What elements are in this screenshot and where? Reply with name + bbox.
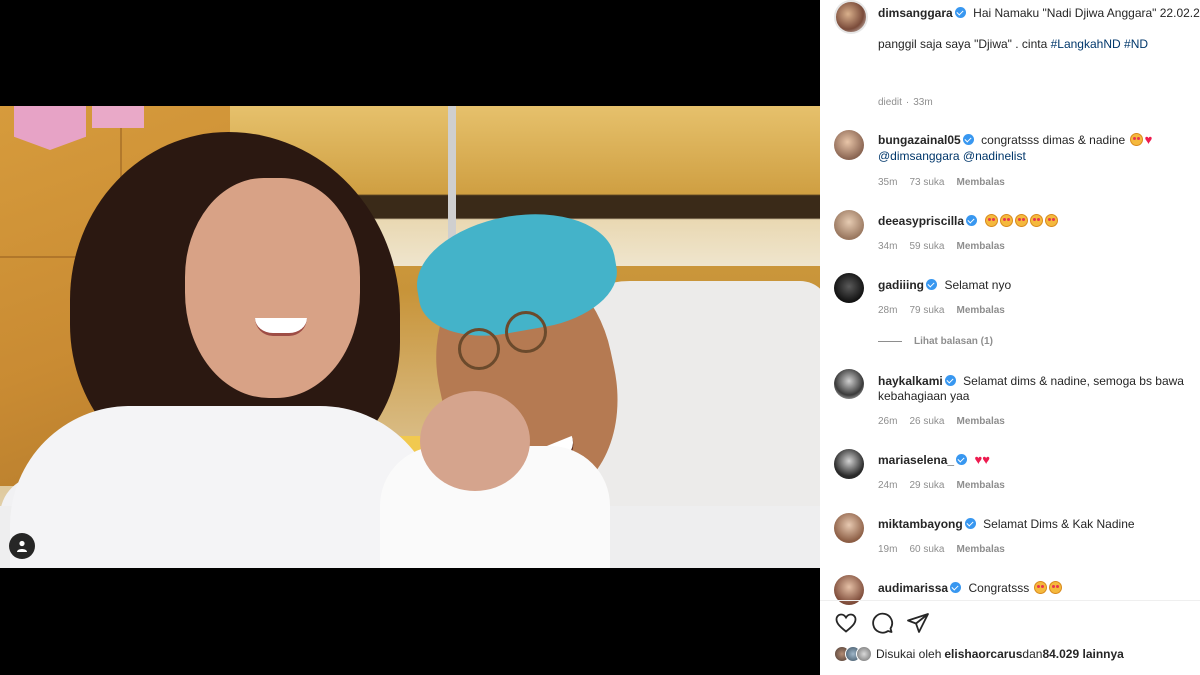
star-struck-emoji-icon	[1044, 214, 1058, 227]
post-media	[0, 0, 820, 675]
verified-badge-icon	[956, 454, 968, 465]
reply-button[interactable]: Membalas	[956, 416, 1004, 427]
star-struck-emoji-icon	[1129, 133, 1143, 146]
reply-button[interactable]: Membalas	[956, 241, 1004, 252]
reply-button[interactable]: Membalas	[956, 177, 1004, 188]
author-username[interactable]: dimsanggara	[878, 6, 953, 20]
comment-meta: 34m 59 suka Membalas	[878, 241, 1005, 252]
red-heart-icon: ♥	[1144, 132, 1153, 147]
red-heart-icon: ♥	[982, 452, 990, 467]
caption-line2: panggil saja saya "Djiwa" . cinta #Langk…	[878, 37, 1149, 51]
verified-badge-icon	[962, 134, 974, 145]
commenter-avatar[interactable]	[834, 369, 864, 399]
comment-item: miktambayong Selamat Dims & Kak Nadine	[878, 517, 1135, 531]
star-struck-emoji-icon	[1033, 581, 1047, 594]
star-struck-emoji-icon	[1029, 214, 1043, 227]
verified-badge-icon	[966, 215, 978, 226]
comment-item: audimarissa Congratsss	[878, 579, 1200, 597]
comment-username[interactable]: deeasypriscilla	[878, 214, 964, 228]
comment-meta: 28m 79 suka Membalas	[878, 305, 1005, 316]
likes-summary: Disukai oleh elishaorcarus dan 84.029 lainn…	[834, 646, 1124, 662]
post-photo[interactable]	[0, 106, 820, 568]
comment-username[interactable]: miktambayong	[878, 517, 963, 531]
star-struck-emoji-icon	[999, 214, 1013, 227]
mention-link[interactable]: @dimsanggara	[878, 149, 960, 163]
likes-count[interactable]: 84.029 lainnya	[1042, 647, 1123, 661]
reply-button[interactable]: Membalas	[956, 305, 1004, 316]
post-actions	[820, 600, 1200, 640]
reply-button[interactable]: Membalas	[956, 544, 1004, 555]
comments-panel: dimsanggara Hai Namaku "Nadi Djiwa Angga…	[820, 0, 1200, 675]
comment-meta: 24m 29 suka Membalas	[878, 480, 1005, 491]
commenter-avatar[interactable]	[834, 449, 864, 479]
reply-button[interactable]: Membalas	[956, 480, 1004, 491]
comment-username[interactable]: haykalkami	[878, 374, 943, 388]
caption-line1: Hai Namaku "Nadi Djiwa Anggara" 22.02.2	[973, 6, 1200, 20]
hashtag-link[interactable]: #ND	[1124, 37, 1148, 51]
verified-badge-icon	[926, 279, 937, 290]
commenter-avatar[interactable]	[834, 210, 864, 240]
mention-link[interactable]: @nadinelist	[963, 149, 1026, 163]
author-avatar[interactable]	[834, 0, 868, 34]
comment-icon[interactable]	[870, 611, 894, 635]
view-replies-button[interactable]: Lihat balasan (1)	[878, 336, 1200, 347]
comment-item: bungazainal05 congratsss dimas & nadine …	[878, 132, 1153, 147]
comment-meta: 19m 60 suka Membalas	[878, 544, 1005, 555]
commenter-avatar[interactable]	[834, 513, 864, 543]
edited-meta: diedit · 33m	[878, 97, 933, 108]
comment-item: deeasypriscilla	[878, 212, 1200, 230]
hashtag-link[interactable]: #LangkahND	[1051, 37, 1121, 51]
comment-username[interactable]: audimarissa	[878, 581, 948, 595]
star-struck-emoji-icon	[1048, 581, 1062, 594]
liker-avatar	[856, 646, 872, 662]
share-icon[interactable]	[906, 611, 930, 635]
verified-badge-icon	[954, 7, 966, 18]
verified-badge-icon	[964, 518, 976, 529]
user-tag-icon[interactable]	[9, 533, 35, 559]
liker-username[interactable]: elishaorcarus	[944, 647, 1022, 661]
star-struck-emoji-icon	[984, 214, 998, 227]
star-struck-emoji-icon	[1014, 214, 1028, 227]
comment-item: gadiiing Selamat nyo	[878, 278, 1012, 292]
commenter-avatar[interactable]	[834, 130, 864, 160]
heart-icon[interactable]	[834, 611, 858, 635]
comment-username[interactable]: bungazainal05	[878, 133, 961, 147]
comment-username[interactable]: mariaselena_	[878, 453, 954, 467]
comment-meta: 35m 73 suka Membalas	[878, 177, 1005, 188]
comment-username[interactable]: gadiiing	[878, 278, 924, 292]
commenter-avatar[interactable]	[834, 273, 864, 303]
comment-meta: 26m 26 suka Membalas	[878, 416, 1005, 427]
comment-item: mariaselena_ ♥♥	[878, 451, 1200, 469]
verified-badge-icon	[944, 375, 956, 386]
verified-badge-icon	[950, 582, 962, 593]
